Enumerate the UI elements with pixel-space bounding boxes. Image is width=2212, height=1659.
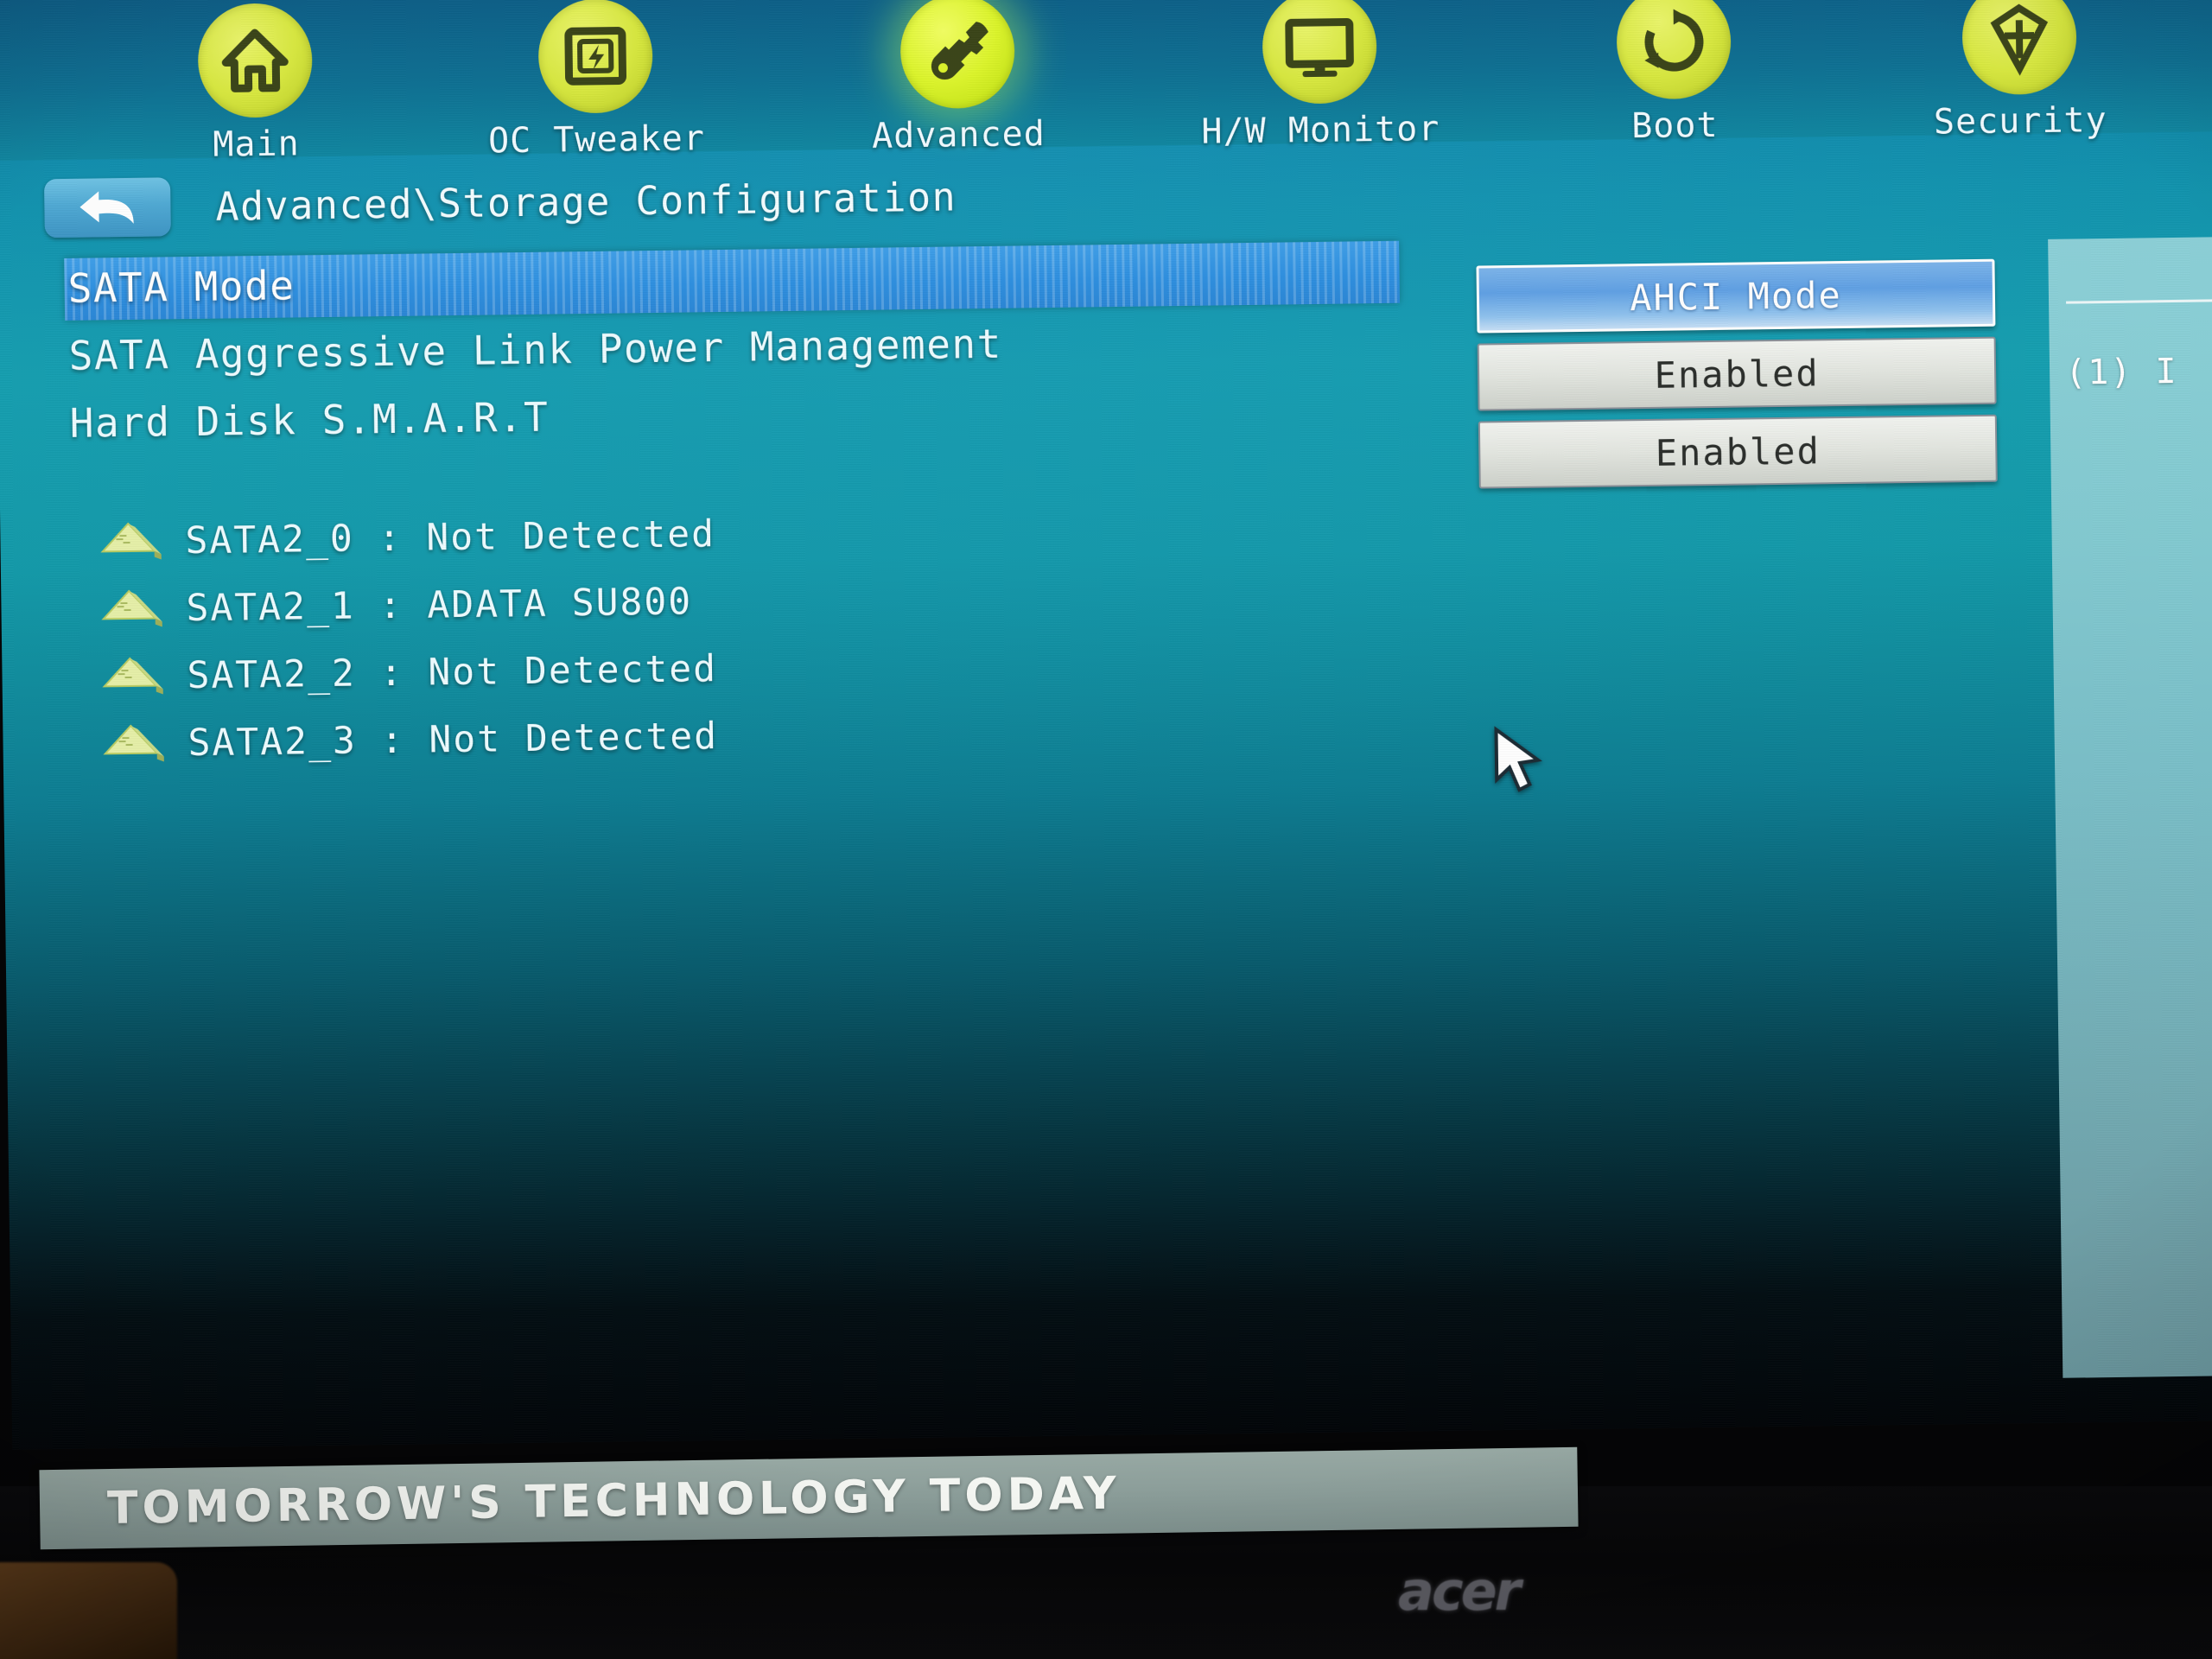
setting-label-hdd-smart: Hard Disk S.M.A.R.T [69,393,550,447]
wrench-icon [899,0,1016,110]
nav-label-hw-monitor: H/W Monitor [1201,109,1440,152]
nav-label-boot: Boot [1630,105,1719,147]
setting-label-sata-alpm: SATA Aggressive Link Power Management [68,320,1003,379]
value-dropdown-hdd-smart[interactable]: Enabled [1478,414,1998,489]
monitor-photo: UEFI Main OC [0,0,2212,1659]
home-icon [197,3,314,118]
monitor-icon [1262,0,1377,105]
shield-icon [1961,0,2077,96]
list-item-label: SATA2_2 : Not Detected [187,647,718,698]
drive-icon [96,718,180,769]
acer-logo: acer [1398,1560,1521,1623]
list-item-label: SATA2_0 : Not Detected [185,512,716,563]
slogan-text: TOMORROW'S TECHNOLOGY TODAY [106,1467,1122,1535]
list-item-label: SATA2_1 : ADATA SU800 [186,580,693,631]
help-info-panel: (1) I [2048,236,2212,1378]
nav-item-main[interactable]: Main [95,2,415,167]
main-navigation: Main OC Tweaker Advanced H/W Monitor Boo… [0,0,2212,169]
nav-item-security[interactable]: Security [1846,0,2193,143]
divider [2066,298,2212,304]
value-dropdown-sata-alpm[interactable]: Enabled [1477,336,1997,411]
nav-label-oc-tweaker: OC Tweaker [487,118,706,162]
back-arrow-icon[interactable] [44,177,171,238]
desk-object [0,1562,177,1659]
nav-label-advanced: Advanced [871,114,1046,156]
value-dropdown-sata-mode[interactable]: AHCI Mode [1476,258,1996,334]
bios-screen: UEFI Main OC [0,0,2212,1450]
nav-item-advanced[interactable]: Advanced [776,0,1139,157]
nav-label-security: Security [1933,99,2107,143]
tuning-icon [537,0,654,114]
help-text: (1) I [2064,351,2178,393]
nav-item-oc-tweaker[interactable]: OC Tweaker [413,0,778,162]
breadcrumb-path: Advanced\Storage Configuration [215,173,957,230]
settings-values: AHCI Mode Enabled Enabled [1476,258,1998,499]
settings-list: SATA Mode SATA Aggressive Link Power Man… [0,238,1416,458]
nav-item-boot[interactable]: Boot [1500,0,1847,148]
refresh-icon [1616,0,1732,100]
drive-icon [93,516,177,567]
nav-item-hw-monitor[interactable]: H/W Monitor [1137,0,1502,153]
mouse-pointer-icon [1491,725,1552,800]
list-item-label: SATA2_3 : Not Detected [188,715,719,766]
setting-label-sata-mode: SATA Mode [67,262,296,312]
sata-device-list: SATA2_0 : Not Detected SATA2_1 : ADATA S… [0,491,1421,779]
drive-icon [95,651,179,702]
nav-label-main: Main [213,124,300,165]
drive-icon [94,583,178,634]
